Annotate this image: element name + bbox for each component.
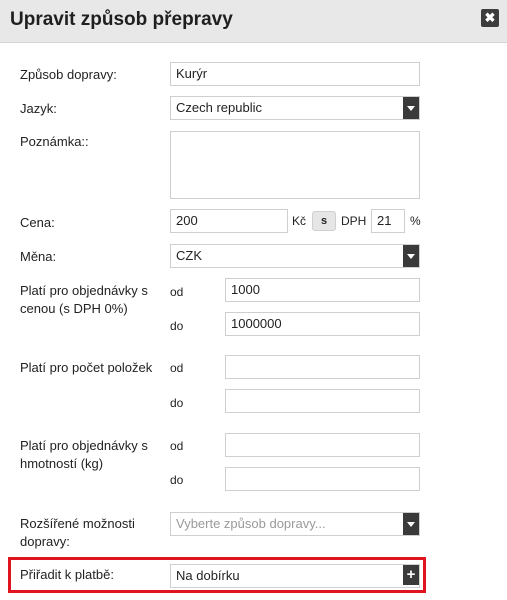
price-label: Cena: xyxy=(20,215,55,230)
dialog-title: Upravit způsob přepravy xyxy=(10,9,233,30)
items-to-label: do xyxy=(170,396,184,410)
add-payment-icon[interactable]: + xyxy=(403,565,419,585)
items-to-input[interactable] xyxy=(225,389,420,413)
weight-range-label: Platí pro objednávky s hmotností (kg) xyxy=(20,438,148,471)
percent-sign: % xyxy=(410,214,421,228)
note-textarea[interactable] xyxy=(170,131,420,199)
currency-select-value: CZK xyxy=(176,248,202,263)
with-vat-button[interactable]: s xyxy=(312,211,336,231)
currency-label: Měna: xyxy=(20,249,57,264)
vat-input[interactable]: 21 xyxy=(371,209,405,233)
extended-options-label: Rozšířené možnosti dopravy: xyxy=(20,516,135,549)
items-range-label: Platí pro počet položek xyxy=(20,360,153,375)
price-input[interactable]: 200 xyxy=(170,209,288,233)
language-label: Jazyk: xyxy=(20,101,57,116)
extended-options-placeholder: Vyberte způsob dopravy... xyxy=(176,516,326,531)
currency-symbol: Kč xyxy=(292,214,307,228)
language-select[interactable]: Czech republic xyxy=(170,96,420,120)
dialog-header: Upravit způsob přepravy ✖ xyxy=(0,0,507,43)
price-range-label: Platí pro objednávky s cenou (s DPH 0%) xyxy=(20,283,148,316)
chevron-down-icon[interactable] xyxy=(403,97,419,119)
items-from-label: od xyxy=(170,361,184,375)
weight-from-input[interactable] xyxy=(225,433,420,457)
price-to-input[interactable]: 1000000 xyxy=(225,312,420,336)
language-select-value: Czech republic xyxy=(176,100,262,115)
vat-label: DPH xyxy=(341,214,367,228)
items-from-input[interactable] xyxy=(225,355,420,379)
close-icon[interactable]: ✖ xyxy=(481,9,499,27)
payment-select-value: Na dobírku xyxy=(176,568,240,583)
price-from-input[interactable]: 1000 xyxy=(225,278,420,302)
method-label: Způsob dopravy: xyxy=(20,67,117,82)
weight-to-label: do xyxy=(170,473,184,487)
chevron-down-icon[interactable] xyxy=(403,245,419,267)
payment-select[interactable]: Na dobírku xyxy=(170,564,420,588)
note-label: Poznámka:: xyxy=(20,134,89,149)
price-from-label: od xyxy=(170,285,184,299)
weight-from-label: od xyxy=(170,439,184,453)
payment-label: Přiřadit k platbě: xyxy=(20,567,114,582)
method-input[interactable]: Kurýr xyxy=(170,62,420,86)
weight-to-input[interactable] xyxy=(225,467,420,491)
currency-select[interactable]: CZK xyxy=(170,244,420,268)
chevron-down-icon[interactable] xyxy=(403,513,419,535)
extended-options-select[interactable]: Vyberte způsob dopravy... xyxy=(170,512,420,536)
price-to-label: do xyxy=(170,319,184,333)
